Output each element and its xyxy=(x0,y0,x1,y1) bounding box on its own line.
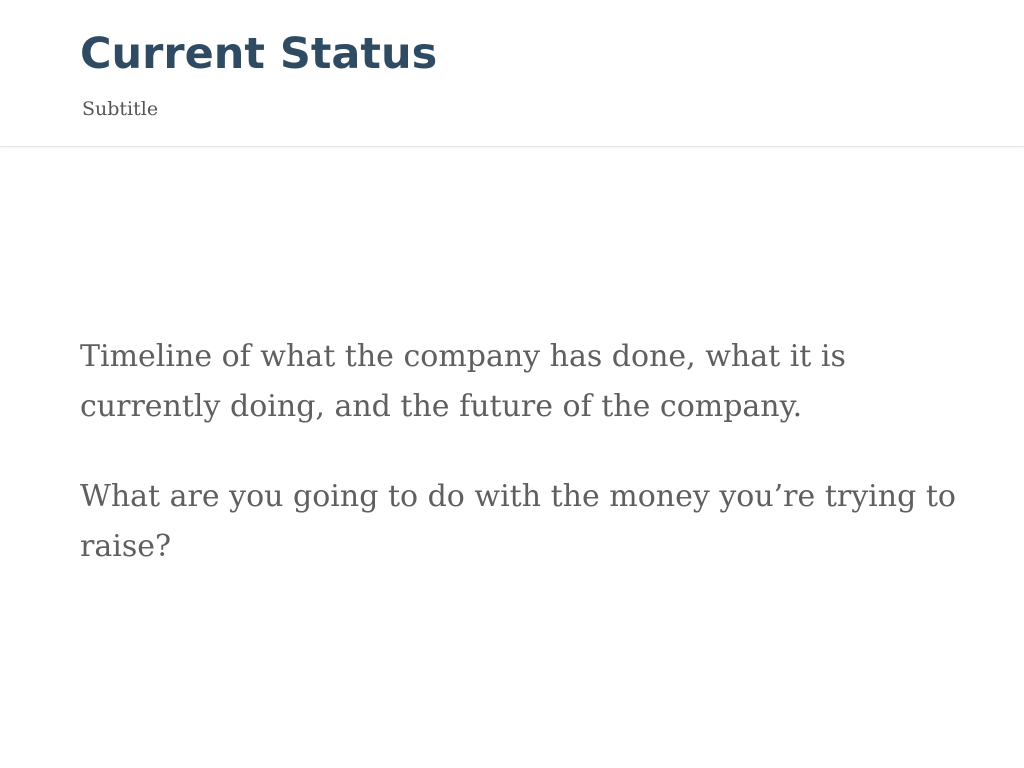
slide-header: Current Status Subtitle xyxy=(0,0,1024,147)
body-paragraph-timeline: Timeline of what the company has done, w… xyxy=(80,339,846,424)
slide-body: Timeline of what the company has done, w… xyxy=(80,332,960,612)
body-paragraph-funding: What are you going to do with the money … xyxy=(80,479,956,564)
slide: Current Status Subtitle Timeline of what… xyxy=(0,0,1024,768)
page-subtitle: Subtitle xyxy=(82,98,159,120)
page-title: Current Status xyxy=(80,29,438,79)
